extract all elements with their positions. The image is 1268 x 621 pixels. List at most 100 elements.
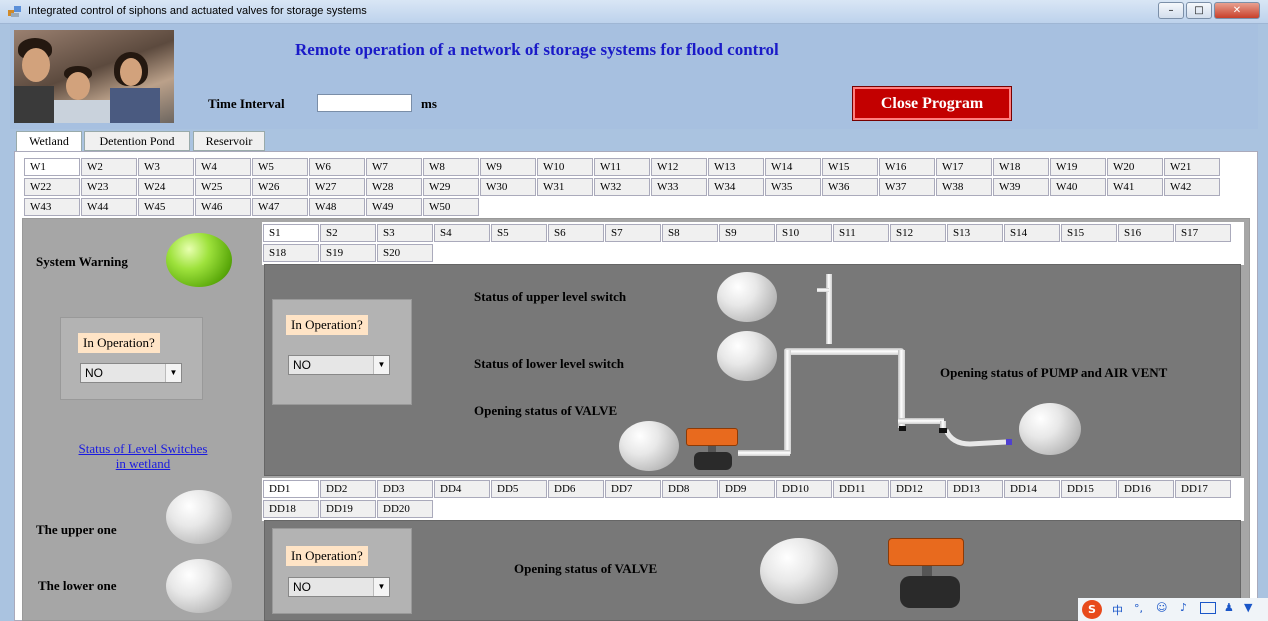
level-switches-link[interactable]: Status of Level Switches in wetland: [58, 441, 228, 471]
tab-w-19[interactable]: W19: [1050, 158, 1106, 176]
tab-w-20[interactable]: W20: [1107, 158, 1163, 176]
tab-dd-19[interactable]: DD19: [320, 500, 376, 518]
tab-w-12[interactable]: W12: [651, 158, 707, 176]
tab-w-38[interactable]: W38: [936, 178, 992, 196]
tab-s-11[interactable]: S11: [833, 224, 889, 242]
tab-w-13[interactable]: W13: [708, 158, 764, 176]
skin-icon[interactable]: ▼: [1244, 601, 1252, 614]
tab-dd-15[interactable]: DD15: [1061, 480, 1117, 498]
tab-s-3[interactable]: S3: [377, 224, 433, 242]
tab-dd-17[interactable]: DD17: [1175, 480, 1231, 498]
tab-w-9[interactable]: W9: [480, 158, 536, 176]
microphone-icon[interactable]: ♪: [1180, 601, 1187, 614]
tab-w-32[interactable]: W32: [594, 178, 650, 196]
tab-w-31[interactable]: W31: [537, 178, 593, 196]
tab-reservoir[interactable]: Reservoir: [193, 131, 265, 151]
tab-detention-pond[interactable]: Detention Pond: [84, 131, 190, 151]
window-close-button[interactable]: ✕: [1214, 2, 1260, 19]
tab-w-17[interactable]: W17: [936, 158, 992, 176]
tab-w-46[interactable]: W46: [195, 198, 251, 216]
tab-w-33[interactable]: W33: [651, 178, 707, 196]
tab-s-18[interactable]: S18: [263, 244, 319, 262]
in-operation-select[interactable]: NO ▼: [80, 363, 182, 383]
tab-w-16[interactable]: W16: [879, 158, 935, 176]
tab-dd-14[interactable]: DD14: [1004, 480, 1060, 498]
tab-w-45[interactable]: W45: [138, 198, 194, 216]
tab-s-8[interactable]: S8: [662, 224, 718, 242]
tab-w-28[interactable]: W28: [366, 178, 422, 196]
tab-w-42[interactable]: W42: [1164, 178, 1220, 196]
tab-dd-1[interactable]: DD1: [263, 480, 319, 498]
tab-dd-9[interactable]: DD9: [719, 480, 775, 498]
tab-w-22[interactable]: W22: [24, 178, 80, 196]
tab-w-39[interactable]: W39: [993, 178, 1049, 196]
chevron-down-icon[interactable]: ▼: [165, 364, 181, 382]
tab-w-40[interactable]: W40: [1050, 178, 1106, 196]
tab-w-34[interactable]: W34: [708, 178, 764, 196]
tab-w-23[interactable]: W23: [81, 178, 137, 196]
tab-w-24[interactable]: W24: [138, 178, 194, 196]
tab-dd-18[interactable]: DD18: [263, 500, 319, 518]
tab-w-1[interactable]: W1: [24, 158, 80, 176]
tab-w-5[interactable]: W5: [252, 158, 308, 176]
tab-s-2[interactable]: S2: [320, 224, 376, 242]
close-program-button[interactable]: Close Program: [852, 86, 1012, 121]
tab-dd-2[interactable]: DD2: [320, 480, 376, 498]
tab-s-14[interactable]: S14: [1004, 224, 1060, 242]
tab-w-30[interactable]: W30: [480, 178, 536, 196]
punctuation-icon[interactable]: °,: [1134, 602, 1143, 615]
time-interval-input[interactable]: [317, 94, 412, 112]
tab-dd-6[interactable]: DD6: [548, 480, 604, 498]
tab-w-29[interactable]: W29: [423, 178, 479, 196]
tab-w-11[interactable]: W11: [594, 158, 650, 176]
tab-w-49[interactable]: W49: [366, 198, 422, 216]
user-icon[interactable]: ♟: [1224, 601, 1234, 614]
tab-s-1[interactable]: S1: [263, 224, 319, 242]
tab-w-43[interactable]: W43: [24, 198, 80, 216]
tab-s-9[interactable]: S9: [719, 224, 775, 242]
dd-in-operation-select[interactable]: NO ▼: [288, 577, 390, 597]
tab-dd-12[interactable]: DD12: [890, 480, 946, 498]
siphon-in-operation-select[interactable]: NO ▼: [288, 355, 390, 375]
tab-dd-4[interactable]: DD4: [434, 480, 490, 498]
emoji-icon[interactable]: ☺: [1156, 601, 1167, 614]
tab-s-6[interactable]: S6: [548, 224, 604, 242]
tab-s-17[interactable]: S17: [1175, 224, 1231, 242]
tab-dd-7[interactable]: DD7: [605, 480, 661, 498]
tab-w-37[interactable]: W37: [879, 178, 935, 196]
tab-w-41[interactable]: W41: [1107, 178, 1163, 196]
tab-w-10[interactable]: W10: [537, 158, 593, 176]
tab-s-5[interactable]: S5: [491, 224, 547, 242]
tab-s-16[interactable]: S16: [1118, 224, 1174, 242]
tab-s-19[interactable]: S19: [320, 244, 376, 262]
tab-w-47[interactable]: W47: [252, 198, 308, 216]
tab-w-50[interactable]: W50: [423, 198, 479, 216]
tab-w-7[interactable]: W7: [366, 158, 422, 176]
tab-s-15[interactable]: S15: [1061, 224, 1117, 242]
tab-s-10[interactable]: S10: [776, 224, 832, 242]
ime-language-indicator[interactable]: 中: [1112, 602, 1123, 618]
tab-dd-5[interactable]: DD5: [491, 480, 547, 498]
tab-dd-16[interactable]: DD16: [1118, 480, 1174, 498]
tab-dd-20[interactable]: DD20: [377, 500, 433, 518]
tab-w-3[interactable]: W3: [138, 158, 194, 176]
tab-w-27[interactable]: W27: [309, 178, 365, 196]
tab-s-13[interactable]: S13: [947, 224, 1003, 242]
tab-w-15[interactable]: W15: [822, 158, 878, 176]
tab-dd-8[interactable]: DD8: [662, 480, 718, 498]
chevron-down-icon[interactable]: ▼: [373, 578, 389, 596]
tab-w-2[interactable]: W2: [81, 158, 137, 176]
tab-w-26[interactable]: W26: [252, 178, 308, 196]
tab-w-14[interactable]: W14: [765, 158, 821, 176]
tab-w-18[interactable]: W18: [993, 158, 1049, 176]
minimize-button[interactable]: –: [1158, 2, 1184, 19]
ime-logo-icon[interactable]: S: [1082, 600, 1102, 619]
tab-w-48[interactable]: W48: [309, 198, 365, 216]
chevron-down-icon[interactable]: ▼: [373, 356, 389, 374]
tab-s-12[interactable]: S12: [890, 224, 946, 242]
tab-s-7[interactable]: S7: [605, 224, 661, 242]
tab-s-4[interactable]: S4: [434, 224, 490, 242]
tab-s-20[interactable]: S20: [377, 244, 433, 262]
tab-w-6[interactable]: W6: [309, 158, 365, 176]
tab-w-44[interactable]: W44: [81, 198, 137, 216]
